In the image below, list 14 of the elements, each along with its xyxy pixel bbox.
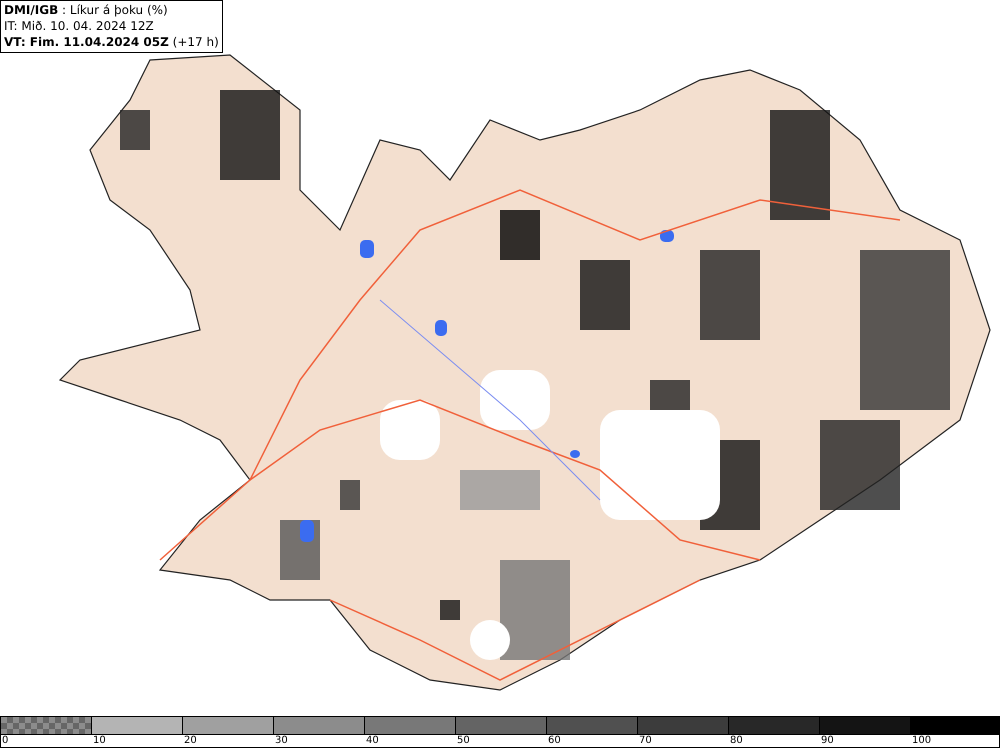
legend-label: 30 — [274, 735, 288, 747]
map-info-text: IT: Mið. 10. 04. 2024 12Z — [4, 18, 155, 34]
legend-label: 60 — [547, 735, 561, 747]
legend-label: 0 — [1, 735, 8, 747]
legend-label: 40 — [365, 735, 379, 747]
legend-label: 100 — [911, 735, 932, 747]
legend-label: 70 — [638, 735, 652, 747]
legend-label: 50 — [456, 735, 470, 747]
legend-label: 90 — [820, 735, 834, 747]
map-info-text: DMI/IGB : Líkur á þoku (%) — [4, 2, 169, 18]
map-info-text: VT: Fim. 11.04.2024 05Z (+17 h) — [4, 34, 219, 50]
legend-label: 80 — [729, 735, 743, 747]
legend-label: 20 — [183, 735, 197, 747]
legend-label: 10 — [92, 735, 106, 747]
